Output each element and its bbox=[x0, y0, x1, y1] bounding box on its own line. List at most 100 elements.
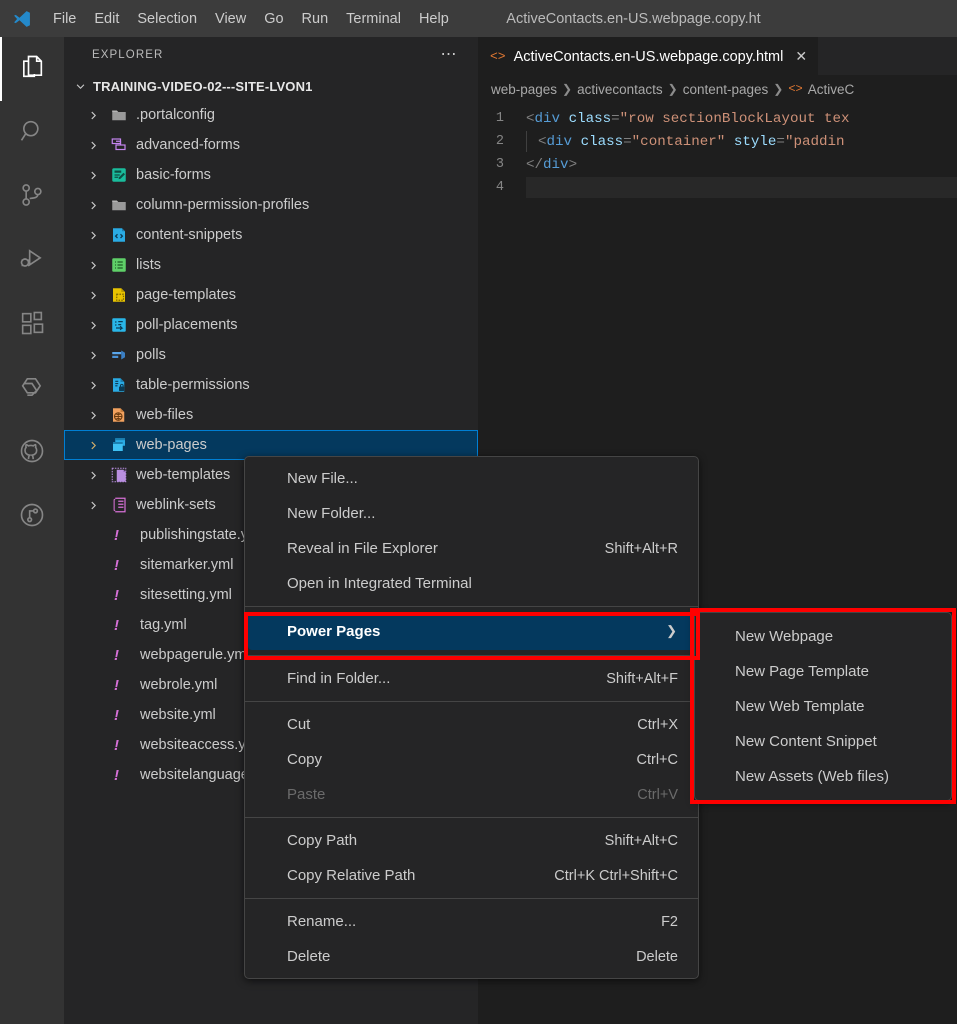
context-menu-item-new-file[interactable]: New File... bbox=[245, 461, 698, 496]
weblink-sets-icon bbox=[110, 496, 136, 514]
explorer-title: EXPLORER bbox=[92, 49, 163, 61]
chevron-right-icon bbox=[88, 230, 110, 241]
context-menu-item-paste: Paste Ctrl+V bbox=[245, 777, 698, 812]
close-icon[interactable]: ✕ bbox=[795, 48, 807, 65]
submenu-item-new-web-template[interactable]: New Web Template bbox=[695, 689, 951, 724]
workspace-root-row[interactable]: TRAINING-VIDEO-02---SITE-LVON1 bbox=[64, 72, 478, 100]
chevron-right-icon bbox=[88, 380, 110, 391]
tree-item-label: content-snippets bbox=[136, 227, 242, 243]
tree-item-polls[interactable]: polls bbox=[64, 340, 478, 370]
tree-item-label: webpagerule.yml bbox=[140, 647, 250, 663]
context-menu-item-label: Reveal in File Explorer bbox=[287, 540, 605, 557]
tree-item-label: webrole.yml bbox=[140, 677, 217, 693]
chevron-right-icon bbox=[88, 470, 110, 481]
context-menu-item-label: New Folder... bbox=[287, 505, 678, 522]
code-editor[interactable]: 1 <div class="row sectionBlockLayout tex… bbox=[478, 103, 957, 199]
editor-tab-label: ActiveContacts.en-US.webpage.copy.html bbox=[514, 49, 784, 65]
breadcrumb-item-file[interactable]: ActiveC bbox=[808, 82, 855, 97]
breadcrumb: web-pages ❯ activecontacts ❯ content-pag… bbox=[478, 75, 957, 103]
advanced-forms-icon bbox=[110, 136, 136, 154]
context-menu-item-shortcut: Shift+Alt+R bbox=[605, 541, 682, 557]
indent-guide bbox=[526, 131, 527, 152]
chevron-right-icon bbox=[88, 500, 110, 511]
table-permissions-icon bbox=[110, 376, 136, 394]
yml-icon: ! bbox=[114, 587, 140, 604]
code-line-2: 2 <div class="container" style="paddin bbox=[478, 130, 957, 153]
tree-item-portalconfig[interactable]: .portalconfig bbox=[64, 100, 478, 130]
tree-item-label: web-templates bbox=[136, 467, 230, 483]
tree-item-label: advanced-forms bbox=[136, 137, 240, 153]
submenu-item-new-page-template[interactable]: New Page Template bbox=[695, 654, 951, 689]
context-menu-item-copy-relative-path[interactable]: Copy Relative Path Ctrl+K Ctrl+Shift+C bbox=[245, 858, 698, 893]
chevron-right-icon bbox=[88, 260, 110, 271]
code-line-1: 1 <div class="row sectionBlockLayout tex bbox=[478, 107, 957, 130]
chevron-right-icon bbox=[88, 350, 110, 361]
tree-item-lists[interactable]: lists bbox=[64, 250, 478, 280]
tree-item-label: .portalconfig bbox=[136, 107, 215, 123]
line-number: 2 bbox=[478, 134, 526, 149]
context-menu-item-shortcut: F2 bbox=[661, 914, 682, 930]
basic-forms-icon bbox=[110, 166, 136, 184]
web-files-icon bbox=[110, 406, 136, 424]
poll-placements-icon bbox=[110, 316, 136, 334]
tree-item-column-permission-profiles[interactable]: column-permission-profiles bbox=[64, 190, 478, 220]
activity-item-run-and-debug[interactable] bbox=[0, 229, 64, 293]
search-icon bbox=[18, 117, 46, 150]
context-menu-item-rename[interactable]: Rename... F2 bbox=[245, 904, 698, 939]
yml-icon: ! bbox=[114, 647, 140, 664]
submenu-item-new-content-snippet[interactable]: New Content Snippet bbox=[695, 724, 951, 759]
tree-item-page-templates[interactable]: page-templates bbox=[64, 280, 478, 310]
explorer-header: EXPLORER ⋯ bbox=[64, 37, 478, 72]
submenu-item-new-assets-web-files[interactable]: New Assets (Web files) bbox=[695, 759, 951, 794]
activity-item-search[interactable] bbox=[0, 101, 64, 165]
content-snippets-icon bbox=[110, 226, 136, 244]
chevron-right-icon: ❯ bbox=[773, 82, 783, 96]
context-menu-item-power-pages[interactable]: Power Pages ❯ bbox=[248, 612, 695, 650]
tree-item-table-permissions[interactable]: table-permissions bbox=[64, 370, 478, 400]
context-menu-item-copy[interactable]: Copy Ctrl+C bbox=[245, 742, 698, 777]
run-debug-icon bbox=[18, 245, 46, 278]
context-menu-item-delete[interactable]: Delete Delete bbox=[245, 939, 698, 974]
html-file-icon: <> bbox=[788, 82, 802, 96]
tree-item-label: web-pages bbox=[136, 437, 207, 453]
activity-item-source-control[interactable] bbox=[0, 165, 64, 229]
context-menu-item-new-folder[interactable]: New Folder... bbox=[245, 496, 698, 531]
activity-item-source-control-graph[interactable] bbox=[0, 485, 64, 549]
chevron-right-icon: ❯ bbox=[668, 82, 678, 96]
editor-tab-activecontacts[interactable]: <> ActiveContacts.en-US.webpage.copy.htm… bbox=[478, 37, 818, 75]
context-menu-item-shortcut: Ctrl+K Ctrl+Shift+C bbox=[554, 868, 682, 884]
submenu-item-new-webpage[interactable]: New Webpage bbox=[695, 619, 951, 654]
context-menu-item-reveal-in-file-explorer[interactable]: Reveal in File Explorer Shift+Alt+R bbox=[245, 531, 698, 566]
context-menu-item-open-in-integrated-terminal[interactable]: Open in Integrated Terminal bbox=[245, 566, 698, 601]
tree-item-advanced-forms[interactable]: advanced-forms bbox=[64, 130, 478, 160]
yml-icon: ! bbox=[114, 707, 140, 724]
context-menu-item-cut[interactable]: Cut Ctrl+X bbox=[245, 707, 698, 742]
tree-item-poll-placements[interactable]: poll-placements bbox=[64, 310, 478, 340]
context-menu-separator bbox=[245, 655, 698, 656]
tree-item-label: polls bbox=[136, 347, 166, 363]
code-line-content: <div class="container" style="paddin bbox=[538, 134, 845, 150]
line-number: 4 bbox=[478, 180, 526, 195]
tree-item-basic-forms[interactable]: basic-forms bbox=[64, 160, 478, 190]
extensions-icon bbox=[18, 309, 46, 342]
context-menu-item-label: Find in Folder... bbox=[287, 670, 606, 687]
breadcrumb-item-content-pages[interactable]: content-pages bbox=[683, 82, 769, 97]
activity-item-extensions[interactable] bbox=[0, 293, 64, 357]
activity-item-power-platform[interactable] bbox=[0, 357, 64, 421]
chevron-right-icon bbox=[88, 140, 110, 151]
context-menu-item-label: Power Pages bbox=[287, 623, 666, 640]
context-menu-separator bbox=[245, 898, 698, 899]
context-menu-item-find-in-folder[interactable]: Find in Folder... Shift+Alt+F bbox=[245, 661, 698, 696]
chevron-down-icon bbox=[72, 81, 88, 92]
activity-item-explorer[interactable] bbox=[0, 37, 64, 101]
breadcrumb-item-web-pages[interactable]: web-pages bbox=[491, 82, 557, 97]
tree-item-content-snippets[interactable]: content-snippets bbox=[64, 220, 478, 250]
tree-item-web-files[interactable]: web-files bbox=[64, 400, 478, 430]
more-actions-icon[interactable]: ⋯ bbox=[441, 50, 459, 60]
graph-circle-icon bbox=[18, 501, 46, 534]
activity-item-github[interactable] bbox=[0, 421, 64, 485]
context-menu-item-copy-path[interactable]: Copy Path Shift+Alt+C bbox=[245, 823, 698, 858]
context-menu-separator bbox=[245, 817, 698, 818]
breadcrumb-item-activecontacts[interactable]: activecontacts bbox=[577, 82, 663, 97]
tree-item-label: website.yml bbox=[140, 707, 216, 723]
